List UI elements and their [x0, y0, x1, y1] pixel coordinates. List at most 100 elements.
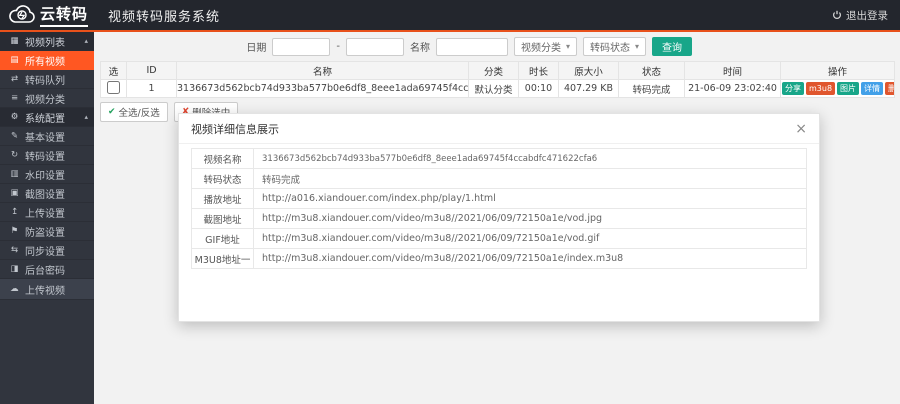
sidebar-item-transcode-settings[interactable]: ↻ 转码设置 — [0, 146, 94, 165]
detail-label: 播放地址 — [191, 188, 254, 209]
sidebar-item-sync-settings[interactable]: ⇆ 同步设置 — [0, 241, 94, 260]
id-cell: 1 — [126, 79, 177, 98]
status-cell: 转码完成 — [618, 79, 685, 98]
column-header-3: 分类 — [468, 61, 519, 80]
sidebar-item-upload-video[interactable]: ☁ 上传视频 — [0, 279, 94, 300]
check-icon: ✔ — [108, 107, 116, 117]
sidebar-item-watermark-settings[interactable]: ▥ 水印设置 — [0, 165, 94, 184]
sidebar-item-label: 同步设置 — [25, 246, 65, 258]
image-button[interactable]: 图片 — [837, 82, 860, 95]
search-button[interactable]: 查询 — [652, 37, 692, 56]
upload-icon: ↥ — [10, 207, 19, 217]
detail-label: GIF地址 — [191, 228, 254, 249]
table-header-row: 选 ID 名称 分类 时长 原大小 状态 时间 操作 — [100, 61, 895, 80]
sidebar-item-transcode-queue[interactable]: ⇄ 转码队列 — [0, 70, 94, 89]
queue-icon: ⇄ — [10, 74, 19, 84]
name-label: 名称 — [409, 43, 430, 54]
chevron-down-icon: ▾ — [565, 42, 570, 51]
sidebar-item-video-category[interactable]: ≡ 视频分类 — [0, 89, 94, 108]
sidebar-item-label: 上传视频 — [25, 285, 65, 297]
m3u8-button[interactable]: m3u8 — [806, 82, 836, 95]
modal-body: 视频名称 3136673d562bcb74d933ba577b0e6df8_8ee… — [179, 144, 819, 273]
date-label: 日期 — [246, 43, 267, 54]
app-root: 云转码 视频转码服务系统 退出登录 ▦ 视频列表 ▴ ▤ 所有视频 ⇄ 转码队列 ≡ 视频分类 ⚙… — [0, 0, 900, 404]
select-all-label: 全选/反选 — [118, 108, 160, 119]
detail-label: 截图地址 — [191, 208, 254, 229]
video-icon: ▦ — [10, 36, 19, 46]
video-detail-modal: 视频详细信息展示 × 视频名称 3136673d562bcb74d933ba577… — [178, 113, 820, 322]
status-select-value: 转码状态 — [589, 43, 630, 54]
cloud-upload-icon: ☁ — [10, 284, 19, 294]
name-cell: 3136673d562bcb74d933ba577b0e6df8_8eee1ad… — [176, 79, 469, 98]
detail-row: GIF地址 http://m3u8.xiandouer.com/video/m3u… — [191, 228, 807, 249]
detail-row: 播放地址 http://a016.xiandouer.com/index.php/… — [191, 188, 807, 209]
sidebar-item-upload-settings[interactable]: ↥ 上传设置 — [0, 203, 94, 222]
status-select[interactable]: 转码状态 ▾ — [582, 37, 646, 56]
detail-value: http://m3u8.xiandouer.com/video/m3u8//20… — [253, 208, 807, 229]
sidebar-nav: ▦ 视频列表 ▴ ▤ 所有视频 ⇄ 转码队列 ≡ 视频分类 ⚙ 系统配置 ▴ ✎ 基本设置 ↻ 转码设置 ▥ 水印… — [0, 32, 94, 404]
sidebar-item-security-settings[interactable]: ⚑ 防盗设置 — [0, 222, 94, 241]
detail-button[interactable]: 详情 — [861, 82, 884, 95]
column-header-7: 时间 — [684, 61, 781, 80]
watermark-icon: ▥ — [10, 169, 19, 179]
column-header-2: 名称 — [176, 61, 469, 80]
date-end-input[interactable] — [345, 37, 404, 56]
sidebar-item-label: 基本设置 — [25, 132, 65, 144]
detail-label: 视频名称 — [191, 148, 254, 169]
time-cell: 21-06-09 23:02:40 — [684, 79, 781, 98]
sidebar-item-label: 视频列表 — [25, 37, 65, 49]
sidebar-item-admin-password[interactable]: ◨ 后台密码 — [0, 260, 94, 279]
list-icon: ▤ — [10, 55, 19, 65]
detail-row: 截图地址 http://m3u8.xiandouer.com/video/m3u8… — [191, 208, 807, 229]
select-cell — [100, 79, 127, 98]
name-search-input[interactable] — [435, 37, 508, 56]
column-header-5: 原大小 — [558, 61, 619, 80]
power-icon — [833, 10, 841, 19]
size-cell: 407.29 KB — [558, 79, 619, 98]
edit-icon: ✎ — [10, 131, 19, 141]
sidebar-item-label: 所有视频 — [25, 56, 65, 68]
sidebar-item-label: 转码队列 — [25, 75, 65, 87]
delete-button[interactable]: 删除 — [885, 82, 894, 95]
logo-text: 云转码 — [40, 3, 89, 27]
close-icon[interactable]: × — [795, 122, 807, 136]
image-icon: ▣ — [10, 188, 19, 198]
sidebar-item-label: 截图设置 — [25, 189, 65, 201]
detail-value: http://a016.xiandouer.com/index.php/play… — [253, 188, 807, 209]
date-start-input[interactable] — [272, 37, 331, 56]
sidebar-item-video-list[interactable]: ▦ 视频列表 ▴ — [0, 32, 94, 51]
row-select-checkbox[interactable] — [107, 80, 120, 94]
sidebar-item-label: 系统配置 — [25, 113, 65, 125]
logout-button[interactable]: 退出登录 — [832, 8, 900, 23]
sidebar-item-basic-settings[interactable]: ✎ 基本设置 — [0, 127, 94, 146]
cloud-logo-icon — [9, 5, 35, 23]
detail-row: 视频名称 3136673d562bcb74d933ba577b0e6df8_8ee… — [191, 148, 807, 169]
select-all-button[interactable]: ✔ 全选/反选 — [100, 102, 168, 122]
collapse-arrow-icon: ▴ — [84, 113, 88, 121]
flag-icon: ⚑ — [10, 226, 19, 236]
category-cell: 默认分类 — [468, 79, 519, 98]
date-separator: - — [336, 41, 340, 52]
sidebar-item-screenshot-settings[interactable]: ▣ 截图设置 — [0, 184, 94, 203]
logout-label: 退出登录 — [846, 9, 888, 22]
category-select[interactable]: 视频分类 ▾ — [513, 37, 577, 56]
modal-header: 视频详细信息展示 × — [179, 114, 819, 144]
gear-icon: ⚙ — [10, 112, 19, 122]
video-table: 选 ID 名称 分类 时长 原大小 状态 时间 操作 1 3136673d562bcb74d933… — [100, 61, 895, 98]
sync-icon: ⇆ — [10, 245, 19, 255]
sidebar-item-label: 水印设置 — [25, 170, 65, 182]
detail-row: M3U8地址一 http://m3u8.xiandouer.com/video/m… — [191, 248, 807, 269]
video-detail-table: 视频名称 3136673d562bcb74d933ba577b0e6df8_8ee… — [191, 148, 807, 269]
app-logo: 云转码 — [0, 3, 94, 27]
sidebar-item-system-config[interactable]: ⚙ 系统配置 ▴ — [0, 108, 94, 127]
chevron-down-icon: ▾ — [634, 42, 639, 51]
sidebar-item-label: 上传设置 — [25, 208, 65, 220]
category-icon: ≡ — [10, 93, 19, 103]
sidebar-item-all-videos[interactable]: ▤ 所有视频 — [0, 51, 94, 70]
detail-value: 3136673d562bcb74d933ba577b0e6df8_8eee1ad… — [253, 148, 807, 169]
page-title: 视频转码服务系统 — [108, 9, 221, 25]
category-select-value: 视频分类 — [520, 43, 561, 54]
modal-title: 视频详细信息展示 — [191, 123, 279, 136]
share-button[interactable]: 分享 — [782, 82, 804, 95]
table-row: 1 3136673d562bcb74d933ba577b0e6df8_8eee1a… — [100, 79, 895, 98]
